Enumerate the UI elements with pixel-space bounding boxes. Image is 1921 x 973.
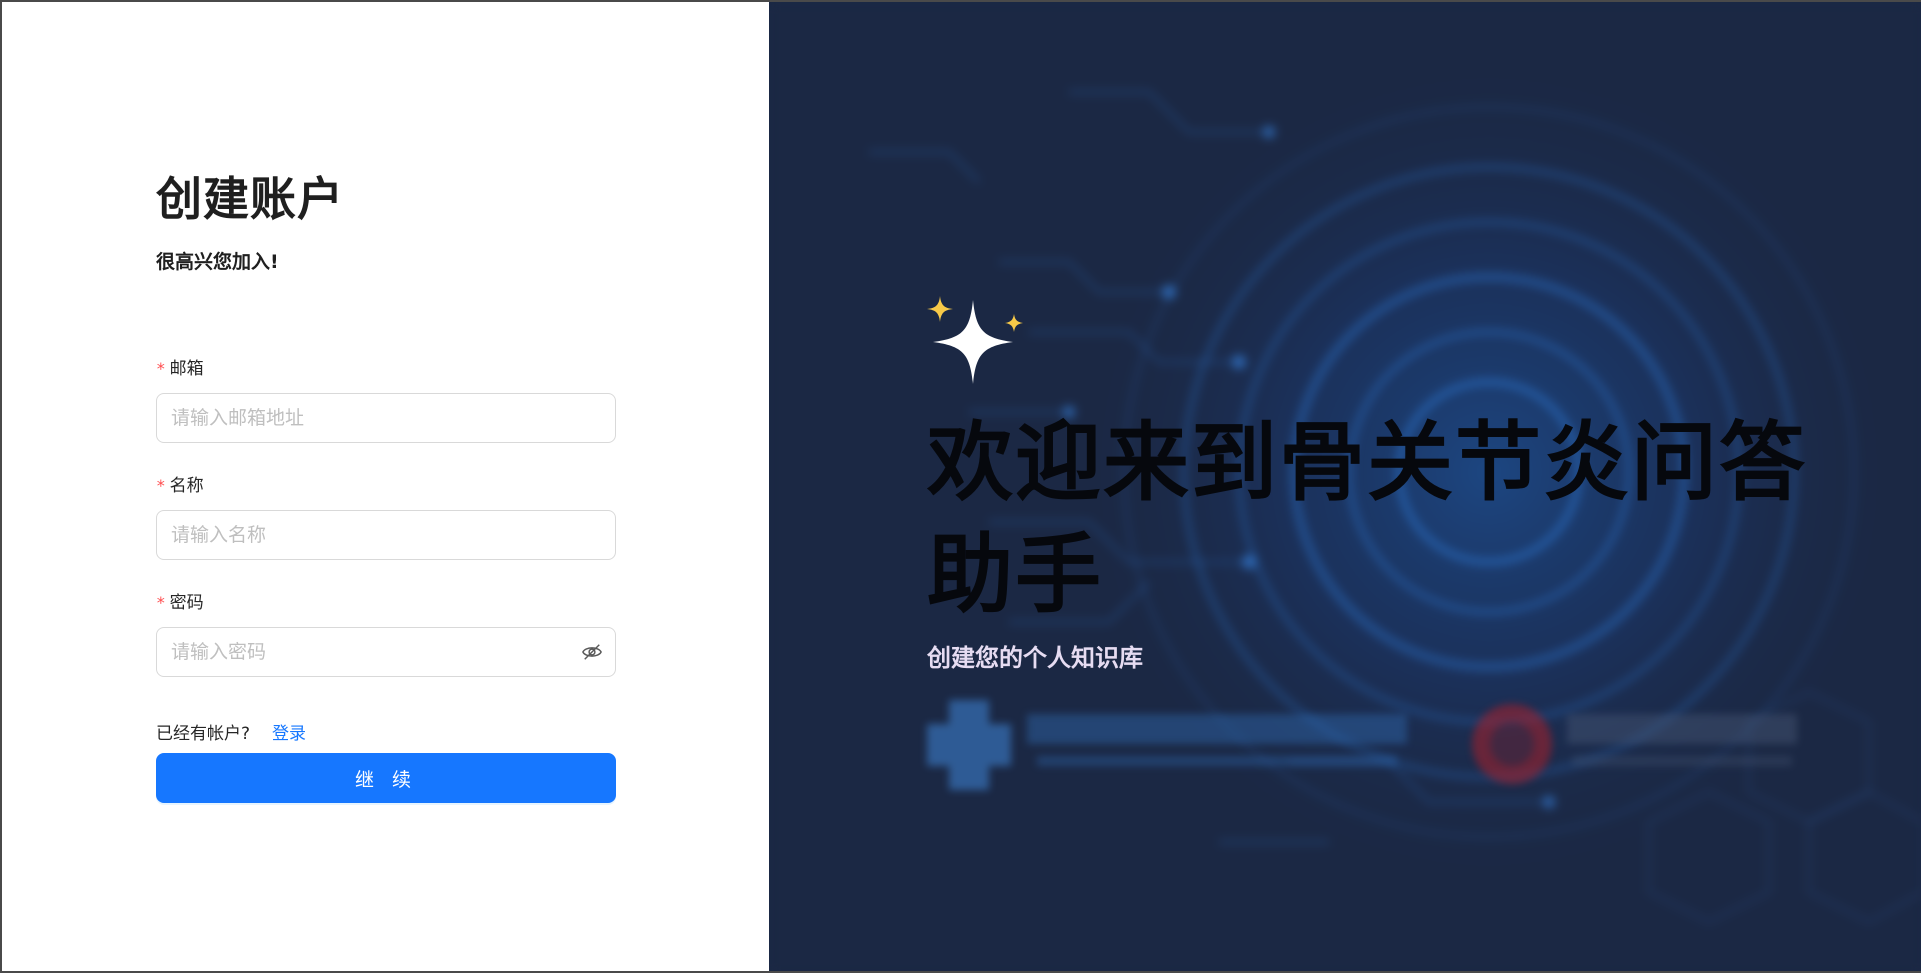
- required-mark: *: [156, 476, 166, 495]
- hero-subtitle: 创建您的个人知识库: [927, 644, 1143, 672]
- name-field-group: * 名称: [156, 474, 616, 560]
- have-account-text: 已经有帐户?: [156, 724, 251, 744]
- university-logo: [1472, 704, 1797, 784]
- email-input[interactable]: [171, 394, 571, 442]
- name-label: * 名称: [156, 474, 616, 498]
- hero-title: 欢迎来到骨关节炎问答助手: [927, 413, 1807, 625]
- email-field-group: * 邮箱: [156, 357, 616, 443]
- name-label-text: 名称: [169, 476, 204, 496]
- password-input-box[interactable]: [156, 627, 616, 677]
- name-input-box[interactable]: [156, 510, 616, 560]
- required-mark: *: [156, 593, 166, 612]
- password-label-text: 密码: [169, 593, 204, 613]
- eye-invisible-icon[interactable]: [581, 642, 603, 662]
- password-field-group: * 密码: [156, 591, 616, 677]
- continue-button[interactable]: 继 续: [156, 753, 616, 803]
- password-label: * 密码: [156, 591, 616, 615]
- signup-panel: 创建账户 很高兴您加入! *邮箱 *名称: [2, 2, 769, 971]
- password-input[interactable]: [171, 628, 571, 676]
- hero-panel: 欢迎来到骨关节炎问答助手 创建您的个人知识库: [769, 2, 1921, 971]
- page-title: 创建账户: [156, 172, 344, 226]
- login-prompt: 已经有帐户? 登录: [156, 722, 306, 746]
- sparkle-icon: [927, 296, 1023, 384]
- signup-form: 创建账户 很高兴您加入! *邮箱 *名称: [156, 167, 616, 803]
- email-input-box[interactable]: [156, 393, 616, 443]
- required-mark: *: [156, 359, 166, 378]
- name-input[interactable]: [171, 511, 571, 559]
- login-link[interactable]: 登录: [272, 724, 306, 744]
- hospital-logo: [927, 700, 1407, 790]
- signup-page: 创建账户 很高兴您加入! *邮箱 *名称: [0, 0, 1921, 973]
- page-subtitle: 很高兴您加入!: [156, 251, 279, 273]
- email-label-text: 邮箱: [169, 359, 204, 379]
- email-label: * 邮箱: [156, 357, 616, 381]
- partner-logos: [927, 700, 1797, 790]
